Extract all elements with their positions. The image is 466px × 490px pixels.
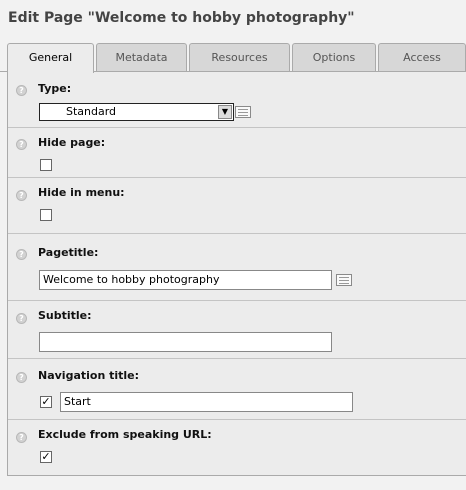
hide-page-checkbox[interactable] xyxy=(40,159,52,171)
type-label: Type: xyxy=(38,82,72,95)
tab-options[interactable]: Options xyxy=(292,43,376,72)
subtitle-label: Subtitle: xyxy=(38,309,92,322)
help-icon[interactable]: ? xyxy=(16,372,27,383)
type-row: ? Type: Standard ▼ xyxy=(8,72,466,128)
chevron-down-icon[interactable]: ▼ xyxy=(218,105,232,119)
tab-bar: General Metadata Resources Options Acces… xyxy=(0,43,466,73)
pagetitle-label: Pagetitle: xyxy=(38,246,99,259)
tab-metadata[interactable]: Metadata xyxy=(96,43,187,72)
navigation-title-row: ? Navigation title: ✓ Start xyxy=(8,359,466,420)
pagetitle-input[interactable]: Welcome to hobby photography xyxy=(39,270,332,290)
subtitle-row: ? Subtitle: xyxy=(8,301,466,359)
tab-access[interactable]: Access xyxy=(378,43,466,72)
tab-general[interactable]: General xyxy=(7,43,94,73)
hide-page-label: Hide page: xyxy=(38,136,106,149)
pagetitle-row: ? Pagetitle: Welcome to hobby photograph… xyxy=(8,234,466,301)
subtitle-input[interactable] xyxy=(39,332,332,352)
hide-in-menu-checkbox[interactable] xyxy=(40,209,52,221)
list-wizard-icon[interactable] xyxy=(336,274,352,286)
help-icon[interactable]: ? xyxy=(16,139,27,150)
hide-page-row: ? Hide page: xyxy=(8,128,466,178)
help-icon[interactable]: ? xyxy=(16,85,27,96)
help-icon[interactable]: ? xyxy=(16,190,27,201)
exclude-speaking-url-label: Exclude from speaking URL: xyxy=(38,428,212,441)
type-select[interactable]: Standard ▼ xyxy=(39,103,234,121)
hide-in-menu-label: Hide in menu: xyxy=(38,186,125,199)
navigation-title-input[interactable]: Start xyxy=(60,392,353,412)
tab-resources[interactable]: Resources xyxy=(189,43,290,72)
exclude-speaking-url-checkbox[interactable]: ✓ xyxy=(40,451,52,463)
general-panel: ? Type: Standard ▼ ? Hide page: ? Hide i… xyxy=(7,71,466,476)
page-title: Edit Page "Welcome to hobby photography" xyxy=(8,10,355,26)
help-icon[interactable]: ? xyxy=(16,249,27,260)
navigation-title-checkbox[interactable]: ✓ xyxy=(40,396,52,408)
list-wizard-icon[interactable] xyxy=(235,106,251,118)
exclude-speaking-url-row: ? Exclude from speaking URL: ✓ xyxy=(8,420,466,476)
type-select-value: Standard xyxy=(66,105,117,118)
navigation-title-label: Navigation title: xyxy=(38,369,140,382)
help-icon[interactable]: ? xyxy=(16,432,27,443)
hide-in-menu-row: ? Hide in menu: xyxy=(8,178,466,234)
help-icon[interactable]: ? xyxy=(16,313,27,324)
